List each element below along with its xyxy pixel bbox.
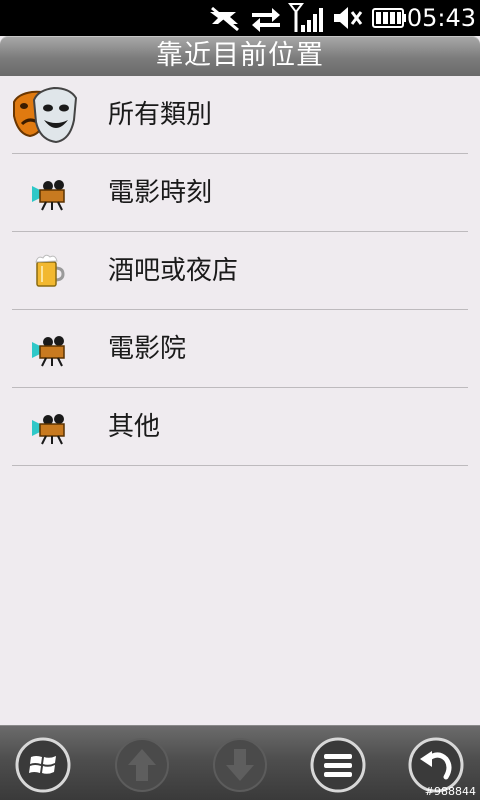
list-item-label: 電影院 — [108, 334, 187, 364]
list-item-label: 其他 — [108, 412, 161, 442]
list-item[interactable]: 酒吧或夜店 — [12, 232, 468, 310]
status-bar: 05:43 — [0, 0, 480, 36]
list-item[interactable]: 電影時刻 — [12, 154, 468, 232]
speaker-mute-icon — [334, 7, 363, 29]
scroll-down-button[interactable] — [212, 737, 268, 793]
movie-camera-icon — [32, 336, 65, 367]
title-bar: 靠近目前位置 — [0, 36, 480, 76]
theater-masks-icon — [13, 86, 78, 144]
list-item-label: 酒吧或夜店 — [108, 256, 239, 286]
windows-start-button[interactable] — [15, 737, 71, 793]
battery-icon — [372, 8, 406, 28]
list-item[interactable]: 電影院 — [12, 310, 468, 388]
list-item[interactable]: 其他 — [12, 388, 468, 466]
movie-camera-icon — [32, 414, 65, 445]
clock: 05:43 — [406, 4, 476, 32]
signal-strength-icon — [288, 3, 323, 32]
list-item-label: 電影時刻 — [108, 178, 213, 208]
list-item-label: 所有類別 — [108, 100, 213, 130]
bottom-toolbar: #988844 — [0, 725, 480, 800]
menu-icon — [324, 754, 352, 777]
beer-mug-icon — [35, 254, 65, 287]
page-title: 靠近目前位置 — [156, 40, 324, 71]
watermark: #988844 — [424, 785, 476, 798]
movie-camera-icon — [32, 180, 65, 211]
scroll-up-button[interactable] — [114, 737, 170, 793]
list-item[interactable]: 所有類別 — [12, 76, 468, 154]
data-transfer-icon — [252, 8, 280, 32]
data-off-icon — [210, 6, 239, 32]
category-list: 所有類別 電影時刻 酒吧或夜店 電影院 其他 — [12, 76, 468, 466]
menu-button[interactable] — [310, 737, 366, 793]
